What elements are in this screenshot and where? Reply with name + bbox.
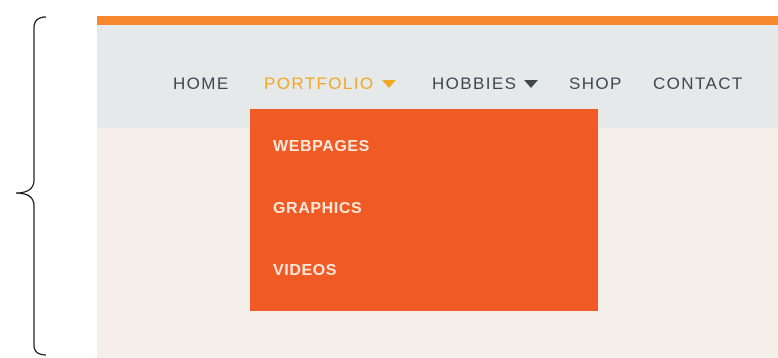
nav-item-shop[interactable]: SHOP [569,75,623,92]
nav-item-label: HOME [173,74,230,93]
chevron-down-icon [524,80,539,88]
nav-item-portfolio[interactable]: PORTFOLIO [264,75,396,92]
nav-item-label: CONTACT [653,74,744,93]
page: HOME PORTFOLIO HOBBIES SHOP CONTACT WEBP… [0,0,778,358]
chevron-down-icon [381,80,396,88]
curly-brace-annotation [15,16,47,356]
nav-item-home[interactable]: HOME [173,75,230,92]
nav-item-contact[interactable]: CONTACT [653,75,744,92]
nav-item-label: SHOP [569,74,623,93]
accent-stripe [97,16,778,25]
dropdown-item-graphics[interactable]: GRAPHICS [273,201,362,217]
nav-item-label: HOBBIES [432,74,518,93]
nav-item-hobbies[interactable]: HOBBIES [432,74,539,93]
dropdown-item-webpages[interactable]: WEBPAGES [273,139,370,155]
website-frame: HOME PORTFOLIO HOBBIES SHOP CONTACT WEBP… [97,16,778,358]
nav-item-label: PORTFOLIO [264,74,375,93]
dropdown-item-videos[interactable]: VIDEOS [273,263,337,279]
portfolio-dropdown-menu: WEBPAGES GRAPHICS VIDEOS [250,109,598,311]
